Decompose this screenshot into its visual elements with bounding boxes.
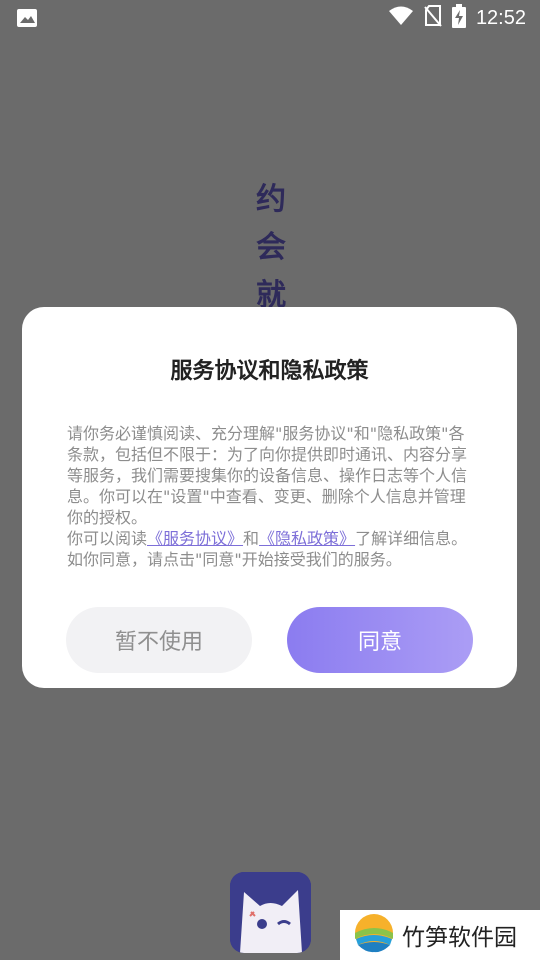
app-logo — [230, 872, 311, 953]
dialog-title: 服务协议和隐私政策 — [170, 359, 369, 384]
service-agreement-link[interactable]: 《服务协议》 — [147, 529, 243, 548]
dialog-body: 请你务必谨慎阅读、充分理解"服务协议"和"隐私政策"各条款，包括但不限于：为了向… — [67, 423, 477, 570]
dialog-body-and: 和 — [243, 529, 260, 548]
privacy-policy-link[interactable]: 《隐私政策》 — [259, 529, 355, 548]
watermark: 竹笋软件园 — [340, 910, 540, 960]
status-bar: 12:52 — [0, 0, 540, 36]
background-slogan: 约 会 就 — [254, 176, 288, 320]
privacy-dialog: 服务协议和隐私政策 请你务必谨慎阅读、充分理解"服务协议"和"隐私政策"各条款，… — [22, 307, 517, 688]
watermark-logo-icon — [354, 913, 394, 957]
no-sim-icon — [424, 5, 442, 31]
agree-button[interactable]: 同意 — [287, 607, 473, 673]
status-time: 12:52 — [475, 6, 526, 29]
dialog-body-paragraph: 请你务必谨慎阅读、充分理解"服务协议"和"隐私政策"各条款，包括但不限于：为了向… — [67, 424, 468, 527]
status-icons: 12:52 — [388, 4, 526, 32]
decline-button[interactable]: 暂不使用 — [66, 607, 252, 673]
dialog-body-prefix: 你可以阅读 — [67, 529, 148, 548]
slogan-char: 会 — [256, 230, 286, 265]
battery-charging-icon — [451, 4, 466, 32]
wifi-icon — [388, 6, 414, 30]
watermark-text: 竹笋软件园 — [402, 925, 517, 951]
slogan-char: 约 — [256, 182, 286, 217]
image-icon — [16, 8, 38, 28]
